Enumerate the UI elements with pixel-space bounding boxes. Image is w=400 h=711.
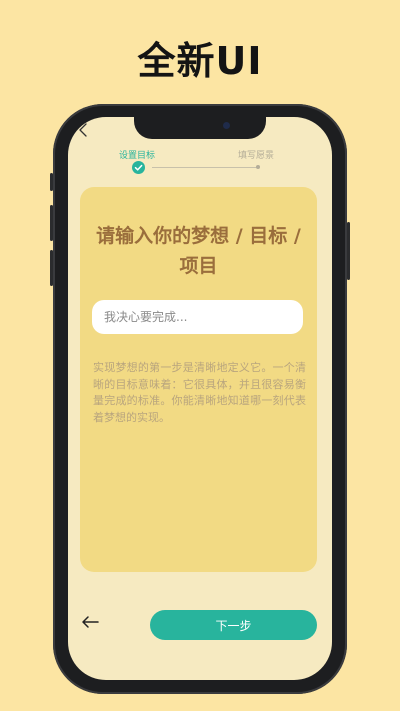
goal-card: 请输入你的梦想 / 目标 / 项目 实现梦想的第一步是清晰地定义它。一个清晰的目… <box>80 187 317 572</box>
camera-icon <box>223 122 230 129</box>
check-icon <box>134 164 143 171</box>
step-inactive-dot <box>256 165 260 169</box>
phone-side-button-volume-down <box>50 250 53 286</box>
arrow-left-icon[interactable] <box>80 614 100 630</box>
phone-side-button-power <box>347 222 350 280</box>
chevron-left-icon[interactable] <box>76 122 92 138</box>
step-label-set-goal: 设置目标 <box>119 151 156 161</box>
goal-input[interactable] <box>92 300 303 334</box>
phone-side-button-silent <box>50 173 53 191</box>
step-label-fill-vision: 填写愿景 <box>238 151 275 161</box>
card-description: 实现梦想的第一步是清晰地定义它。一个清晰的目标意味着：它很具体，并且很容易衡量完… <box>93 361 306 424</box>
promo-headline: 全新UI <box>137 39 263 83</box>
next-button[interactable]: 下一步 <box>150 610 317 640</box>
step-progress-line <box>152 167 258 168</box>
phone-notch <box>134 117 266 139</box>
card-title: 请输入你的梦想 / 目标 / 项目 <box>96 225 301 277</box>
phone-side-button-volume-up <box>50 205 53 241</box>
app-screen: 设置目标 填写愿景 请输入你的梦想 / 目标 / 项目 实现梦想的第一步是清晰地… <box>68 117 332 680</box>
step-active-dot <box>132 161 145 174</box>
